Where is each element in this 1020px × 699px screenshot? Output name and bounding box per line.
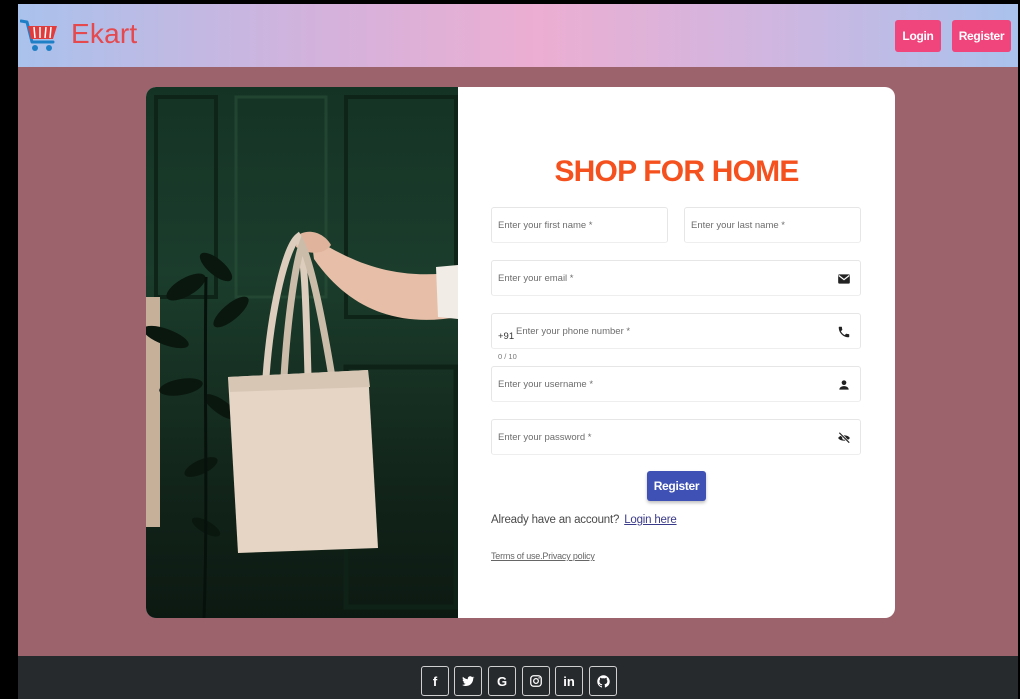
username-input[interactable] [498,367,798,401]
login-button[interactable]: Login [895,20,941,52]
twitter-icon[interactable] [454,666,482,696]
phone-input[interactable] [516,314,816,348]
tote-bag-photo [146,87,458,618]
email-input[interactable] [498,261,798,295]
already-account-text: Already have an account? [491,514,620,526]
app: Ekart Login Register SHOP FOR HOME Enter… [18,4,1018,699]
password-input[interactable] [498,420,798,454]
github-icon[interactable] [589,666,617,696]
register-nav-button[interactable]: Register [952,20,1011,52]
phone-icon [838,326,850,338]
username-field[interactable] [491,366,861,402]
phone-counter: 0 / 10 [498,352,517,361]
last-name-input[interactable] [691,208,851,242]
login-prompt: Already have an account? Login here [491,514,677,526]
login-here-link[interactable]: Login here [624,514,677,526]
tote-bag-illustration [146,95,458,618]
mail-icon [838,274,850,284]
register-form: SHOP FOR HOME +91 0 / [458,87,895,618]
eye-off-icon[interactable] [837,431,851,445]
phone-prefix: +91 [498,331,515,342]
password-field[interactable] [491,419,861,455]
last-name-field[interactable] [684,207,861,243]
navbar: Ekart Login Register [18,4,1018,67]
email-field[interactable] [491,260,861,296]
first-name-field[interactable] [491,207,668,243]
terms-privacy-link[interactable]: Terms of use.Privacy policy [491,551,595,561]
register-card: SHOP FOR HOME +91 0 / [146,87,895,618]
shopping-cart-icon[interactable] [20,14,60,54]
instagram-icon[interactable] [522,666,550,696]
brand-name[interactable]: Ekart [71,18,137,50]
person-icon [839,380,849,390]
first-name-input[interactable] [498,208,658,242]
register-submit-button[interactable]: Register [647,471,706,501]
facebook-icon[interactable]: f [421,666,449,696]
google-icon[interactable]: G [488,666,516,696]
linkedin-icon[interactable]: in [555,666,583,696]
form-title: SHOP FOR HOME [554,155,799,188]
footer: f G in [18,656,1018,699]
phone-field[interactable]: +91 [491,313,861,349]
